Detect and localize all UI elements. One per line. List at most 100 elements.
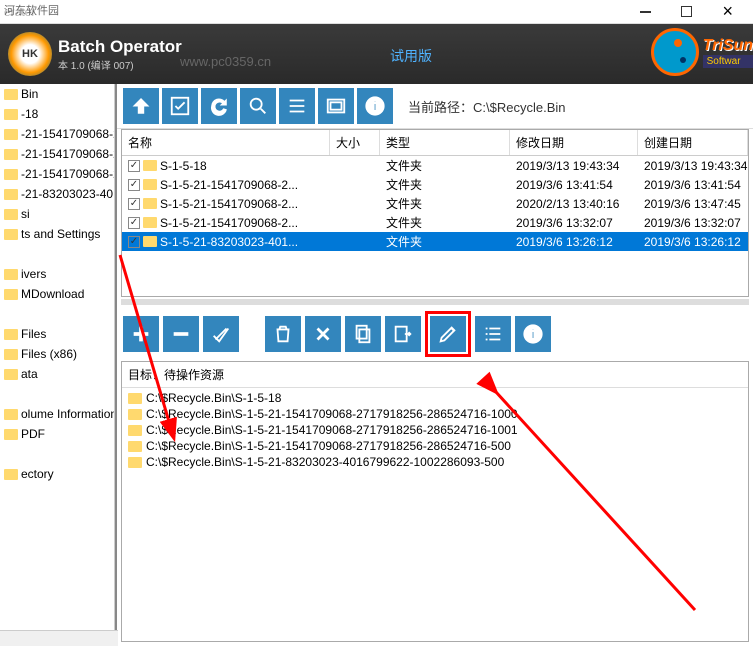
close-icon[interactable]: × xyxy=(722,1,733,22)
table-row[interactable]: S-1-5-21-1541709068-2...文件夹2020/2/13 13:… xyxy=(122,194,748,213)
svg-text:i: i xyxy=(531,327,535,342)
brand-sub: Softwar xyxy=(703,55,753,68)
up-button[interactable] xyxy=(123,88,159,124)
tree-label: MDownload xyxy=(21,287,84,301)
url-watermark: www.pc0359.cn xyxy=(180,54,271,69)
info2-button[interactable]: i xyxy=(515,316,551,352)
app-title: Batch Operator xyxy=(58,37,182,57)
folder-icon xyxy=(143,160,157,171)
tree-label: olume Information xyxy=(21,407,115,421)
bottom-toolbar: i xyxy=(117,307,753,361)
row-modified: 2019/3/6 13:41:54 xyxy=(510,177,638,193)
folder-tree-sidebar[interactable]: Bin-18-21-1541709068-2717-21-1541709068-… xyxy=(0,84,115,646)
tree-label: -21-83203023-401679 xyxy=(21,187,115,201)
properties-button[interactable] xyxy=(475,316,511,352)
row-modified: 2020/2/13 13:40:16 xyxy=(510,196,638,212)
row-type: 文件夹 xyxy=(380,175,510,194)
target-item[interactable]: C:\$Recycle.Bin\S-1-5-21-83203023-401679… xyxy=(124,454,746,470)
target-item[interactable]: C:\$Recycle.Bin\S-1-5-21-1541709068-2717… xyxy=(124,422,746,438)
copy-button[interactable] xyxy=(345,316,381,352)
rename-highlight xyxy=(425,311,471,357)
row-type: 文件夹 xyxy=(380,232,510,251)
row-name: S-1-5-21-1541709068-2... xyxy=(160,178,298,192)
tree-item[interactable]: ectory xyxy=(0,464,114,484)
tree-item[interactable]: -21-1541709068-2717 xyxy=(0,124,114,144)
tree-item[interactable]: ata xyxy=(0,364,114,384)
tree-item[interactable]: Bin xyxy=(0,84,114,104)
window-button[interactable] xyxy=(318,88,354,124)
folder-icon xyxy=(4,429,18,440)
minimize-icon[interactable] xyxy=(640,11,651,13)
sidebar-scrollbar[interactable] xyxy=(0,630,115,646)
target-list[interactable]: C:\$Recycle.Bin\S-1-5-18C:\$Recycle.Bin\… xyxy=(122,388,748,641)
list-view-button[interactable] xyxy=(279,88,315,124)
remove-button[interactable] xyxy=(163,316,199,352)
row-type: 文件夹 xyxy=(380,213,510,232)
tree-item[interactable]: PDF xyxy=(0,424,114,444)
target-path: C:\$Recycle.Bin\S-1-5-21-1541709068-2717… xyxy=(146,423,518,437)
row-checkbox[interactable] xyxy=(128,160,140,172)
tree-item[interactable]: ivers xyxy=(0,264,114,284)
tree-item[interactable]: si xyxy=(0,204,114,224)
col-modified[interactable]: 修改日期 xyxy=(510,130,638,155)
row-checkbox[interactable] xyxy=(128,217,140,229)
table-row[interactable]: S-1-5-21-1541709068-2...文件夹2019/3/6 13:3… xyxy=(122,213,748,232)
recycle-button[interactable] xyxy=(265,316,301,352)
horizontal-splitter[interactable] xyxy=(121,299,749,305)
row-checkbox[interactable] xyxy=(128,179,140,191)
move-button[interactable] xyxy=(385,316,421,352)
tree-item[interactable] xyxy=(0,304,114,324)
tree-item[interactable]: MDownload xyxy=(0,284,114,304)
tree-item[interactable]: Files (x86) xyxy=(0,344,114,364)
app-header: HK Batch Operator 本 1.0 (编译 007) www.pc0… xyxy=(0,24,753,84)
folder-icon xyxy=(128,457,142,468)
trial-label[interactable]: 试用版 xyxy=(390,46,432,66)
col-size[interactable]: 大小 xyxy=(330,130,380,155)
table-row[interactable]: S-1-5-21-1541709068-2... 文件夹2019/3/6 13:4… xyxy=(122,175,748,194)
row-checkbox[interactable] xyxy=(128,198,140,210)
folder-icon xyxy=(4,189,18,200)
tree-item[interactable]: ts and Settings xyxy=(0,224,114,244)
col-type[interactable]: 类型 xyxy=(380,130,510,155)
search-button[interactable] xyxy=(240,88,276,124)
info-button[interactable]: i xyxy=(357,88,393,124)
folder-icon xyxy=(4,369,18,380)
col-created[interactable]: 创建日期 xyxy=(638,130,748,155)
file-list-table[interactable]: 名称 大小 类型 修改日期 创建日期 S-1-5-18文件夹2019/3/13 … xyxy=(121,129,749,297)
tree-item[interactable]: -21-1541709068-2717 xyxy=(0,144,114,164)
tree-item[interactable]: -18 xyxy=(0,104,114,124)
target-header: 目标：待操作资源 xyxy=(122,362,748,388)
folder-icon xyxy=(128,441,142,452)
folder-icon xyxy=(143,217,157,228)
tree-item[interactable]: olume Information xyxy=(0,404,114,424)
target-item[interactable]: C:\$Recycle.Bin\S-1-5-21-1541709068-2717… xyxy=(124,406,746,422)
tree-item[interactable] xyxy=(0,444,114,464)
tree-item[interactable] xyxy=(0,384,114,404)
row-size xyxy=(330,203,380,205)
tree-item[interactable]: -21-1541709068-2717 xyxy=(0,164,114,184)
tree-item[interactable]: Files xyxy=(0,324,114,344)
delete-button[interactable] xyxy=(305,316,341,352)
table-row[interactable]: S-1-5-21-83203023-401...文件夹2019/3/6 13:2… xyxy=(122,232,748,251)
tree-label: ivers xyxy=(21,267,46,281)
tree-item[interactable]: -21-83203023-401679 xyxy=(0,184,114,204)
select-all-button[interactable] xyxy=(162,88,198,124)
clear-button[interactable] xyxy=(203,316,239,352)
add-button[interactable] xyxy=(123,316,159,352)
maximize-icon[interactable] xyxy=(681,6,692,17)
table-row[interactable]: S-1-5-18文件夹2019/3/13 19:43:342019/3/13 1… xyxy=(122,156,748,175)
folder-icon xyxy=(4,289,18,300)
target-item[interactable]: C:\$Recycle.Bin\S-1-5-18 xyxy=(124,390,746,406)
row-size xyxy=(330,165,380,167)
refresh-button[interactable] xyxy=(201,88,237,124)
folder-icon xyxy=(4,149,18,160)
folder-icon xyxy=(4,229,18,240)
row-checkbox[interactable] xyxy=(128,236,140,248)
current-path-label: 当前路径：C:\$Recycle.Bin xyxy=(408,97,566,116)
tree-item[interactable] xyxy=(0,244,114,264)
target-path: C:\$Recycle.Bin\S-1-5-18 xyxy=(146,391,281,405)
rename-button[interactable] xyxy=(430,316,466,352)
col-name[interactable]: 名称 xyxy=(122,130,330,155)
target-item[interactable]: C:\$Recycle.Bin\S-1-5-21-1541709068-2717… xyxy=(124,438,746,454)
tree-label: Files (x86) xyxy=(21,347,77,361)
